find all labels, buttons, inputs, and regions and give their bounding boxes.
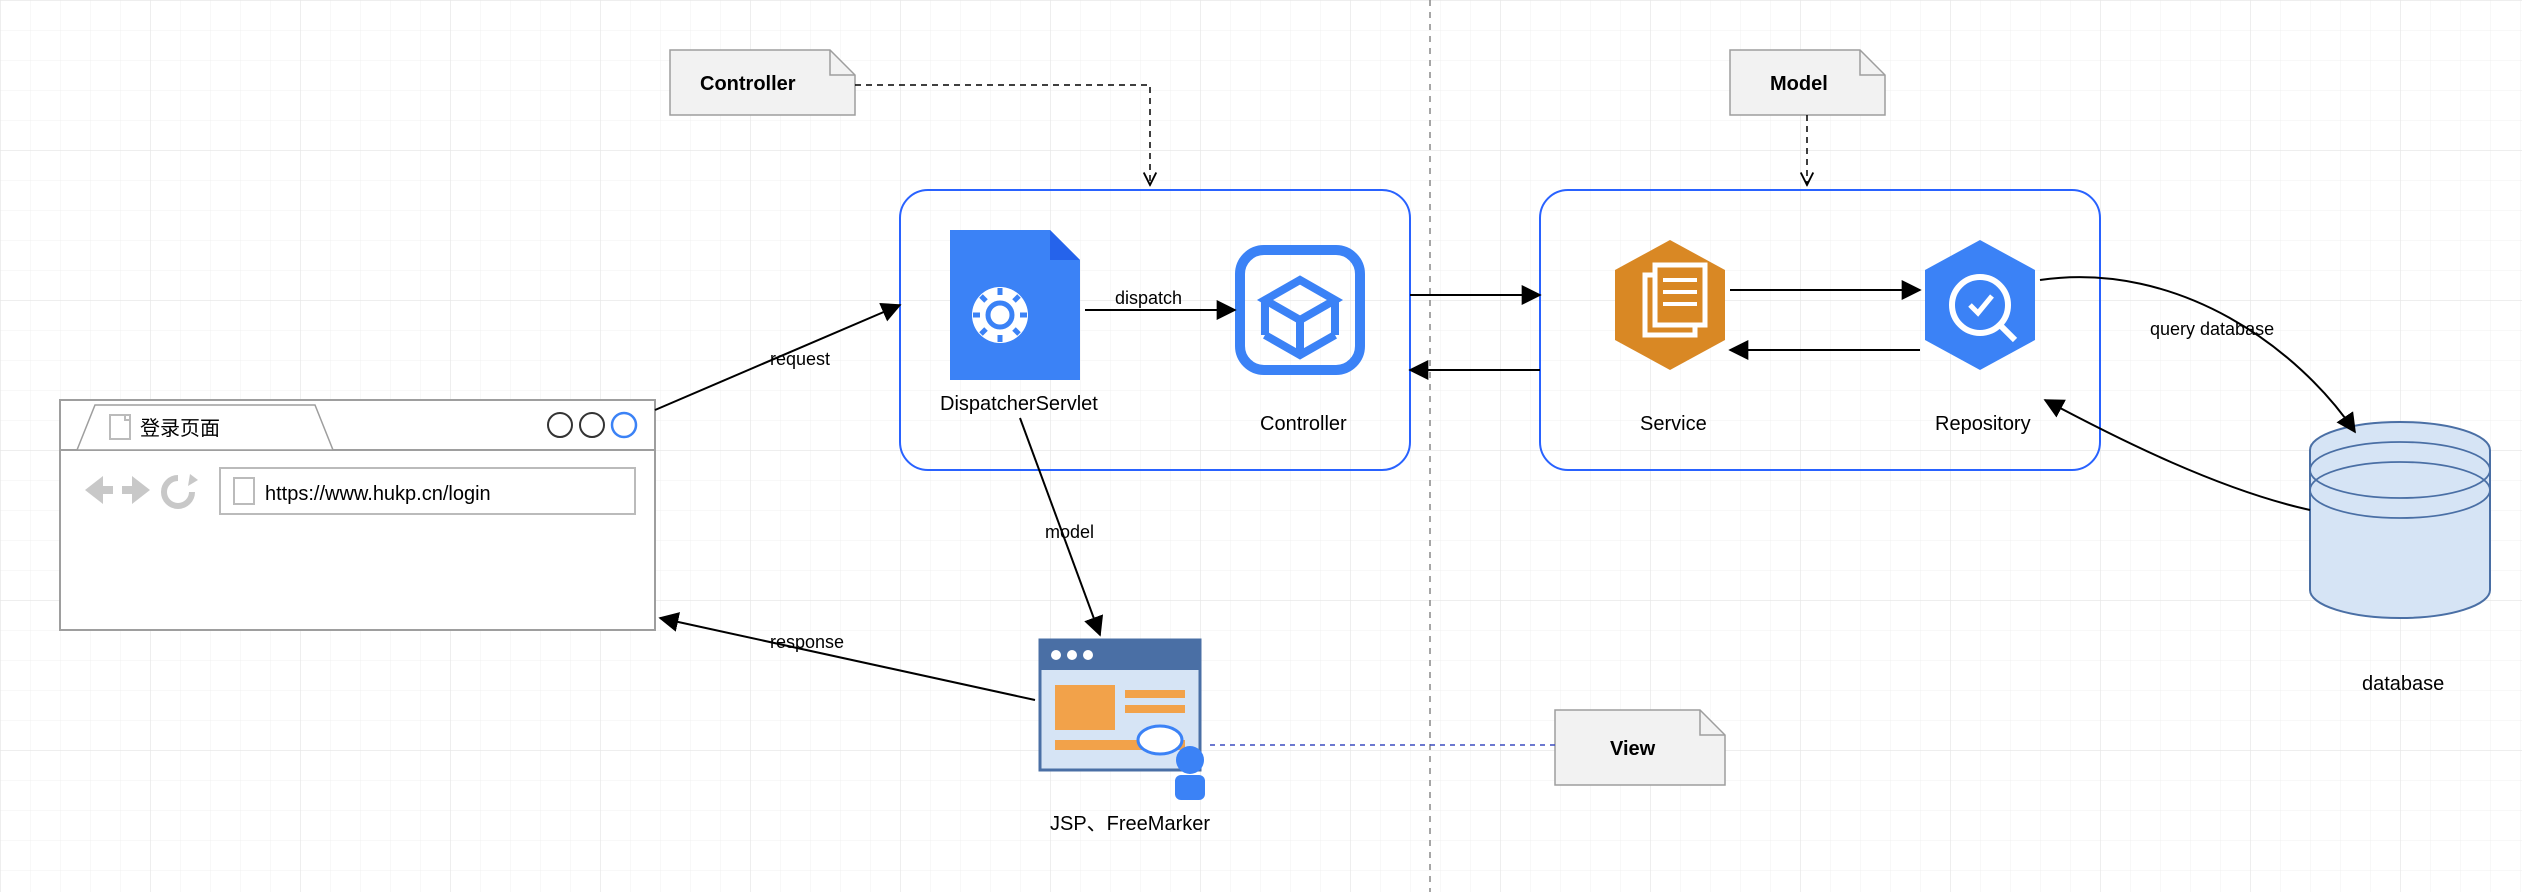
url-text: https://www.hukp.cn/login [265, 483, 491, 505]
canvas: Controller Model View DispatcherServlet … [0, 0, 2522, 892]
controller-label: Controller [1260, 413, 1347, 435]
browser-tab-title: 登录页面 [140, 417, 220, 440]
view-note-label: View [1610, 738, 1656, 760]
service-label: Service [1640, 413, 1707, 435]
edge-query-label: query database [2150, 319, 2274, 339]
controller-note-label: Controller [700, 73, 796, 95]
database-label: database [2362, 673, 2444, 695]
controller-note: Controller [670, 50, 855, 115]
edge-dispatch-label: dispatch [1115, 288, 1182, 308]
repository-label: Repository [1935, 413, 2031, 435]
edge-model-label: model [1045, 522, 1094, 542]
model-note-label: Model [1770, 73, 1828, 95]
edge-response-label: response [770, 632, 844, 652]
model-note: Model [1730, 50, 1885, 115]
edge-request-label: request [770, 349, 830, 369]
dispatcher-label: DispatcherServlet [940, 393, 1098, 415]
browser-window: 登录页面 https://www.hukp.cn/login [60, 400, 655, 630]
view-engine-label: JSP、FreeMarker [1050, 813, 1210, 835]
view-note: View [1555, 710, 1725, 785]
